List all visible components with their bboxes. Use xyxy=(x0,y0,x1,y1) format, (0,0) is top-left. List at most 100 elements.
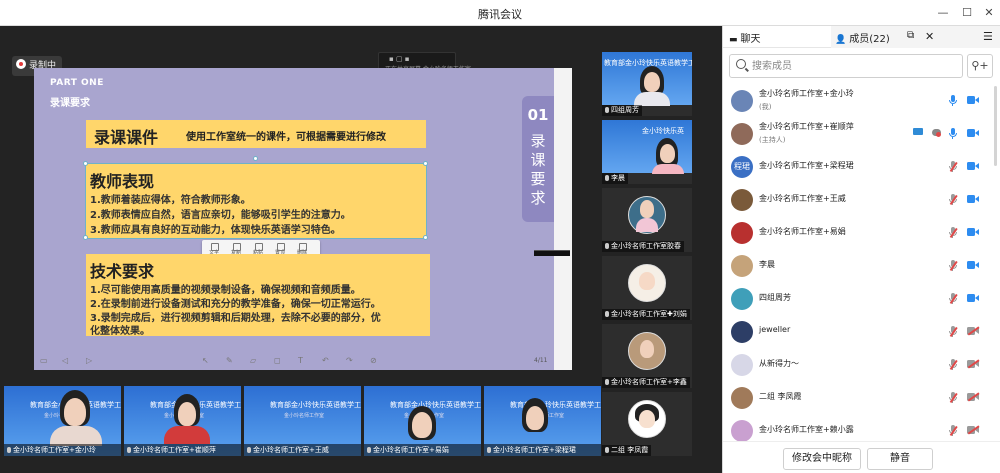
member-name: 金小玲名师工作室+易娟 xyxy=(759,227,846,236)
video-tile[interactable]: 金小玲名师工作室胶春 xyxy=(602,188,692,252)
video-tile[interactable]: 教育部金小玲快乐英语教学工作室 金小玲名师工作室 金小玲名师工作室+金小玲 xyxy=(4,386,121,456)
mic-muted-icon[interactable] xyxy=(949,260,958,271)
member-row[interactable]: 金小玲名师工作室+王威 xyxy=(723,183,1000,217)
clear-icon[interactable]: ⊘ xyxy=(370,356,377,365)
camera-icon[interactable] xyxy=(967,195,979,203)
video-tile[interactable]: 教育部金小玲快乐英语教学工作室 四组周芳 xyxy=(602,52,692,116)
member-row[interactable]: 金小玲名师工作室+易娟 xyxy=(723,216,1000,250)
presentation-slide[interactable]: PART ONE 录课要求 01 录 课 要 求 录课课件 使用工作室统一的课件… xyxy=(34,68,572,370)
member-row[interactable]: 四组周芳 xyxy=(723,282,1000,316)
background-text: 金小玲快乐英 xyxy=(642,127,684,135)
video-tile[interactable]: 教育部金小玲快乐英语教学工作室 金小玲名师工作室 金小玲名师工作室+王威 xyxy=(244,386,361,456)
mic-muted-icon[interactable] xyxy=(949,326,958,337)
slide-tool-icon[interactable]: ◁ xyxy=(62,356,68,365)
mic-muted-icon[interactable] xyxy=(949,194,958,205)
member-row[interactable]: jeweller xyxy=(723,315,1000,349)
pointer-icon[interactable]: ↖ xyxy=(202,356,209,365)
member-avatar xyxy=(731,222,753,244)
video-tile[interactable]: 金小玲名师工作室+李鑫 xyxy=(602,324,692,388)
slide-section-tab: 01 录 课 要 求 xyxy=(522,96,554,222)
video-name-label: 金小玲名师工作室+李鑫 xyxy=(602,377,690,388)
close-panel-icon[interactable]: ✕ xyxy=(925,30,934,43)
selection-handle[interactable] xyxy=(83,235,88,240)
member-avatar xyxy=(731,90,753,112)
screen-share-icon xyxy=(913,128,923,137)
tab-chat[interactable]: ▬ 聊天 xyxy=(729,30,761,45)
video-name-label: 金小玲名师工作室+金小玲 xyxy=(4,444,121,456)
maximize-icon[interactable]: ☐ xyxy=(958,4,976,22)
participant-face xyxy=(639,410,655,428)
member-row[interactable]: 二组 李凤霞 xyxy=(723,381,1000,415)
camera-off-icon[interactable] xyxy=(967,392,980,402)
undo-icon[interactable]: ↶ xyxy=(322,356,329,365)
camera-icon[interactable] xyxy=(967,228,979,236)
mic-muted-icon[interactable] xyxy=(949,392,958,403)
invite-member-button[interactable]: ⚲+ xyxy=(967,54,993,78)
video-tile[interactable]: 金小玲快乐英 李晨 xyxy=(602,120,692,184)
pop-out-icon[interactable]: ⧉ xyxy=(907,30,914,41)
teacher-line: 2.教师表情应自然，语言应亲切，能够吸引学生的注意力。 xyxy=(90,210,351,221)
mic-muted-icon[interactable] xyxy=(949,359,958,370)
selection-handle[interactable] xyxy=(423,161,428,166)
camera-off-icon[interactable] xyxy=(967,359,980,369)
background-text: 教育部金小玲快乐英语教学工作室 xyxy=(390,401,481,409)
menu-icon[interactable]: ☰ xyxy=(983,30,993,43)
video-tile[interactable]: 教育部金小玲快乐英语教学工作室 金小玲名师工作室 金小玲名师工作室+易娟 xyxy=(364,386,481,456)
camera-icon[interactable] xyxy=(967,261,979,269)
video-tile[interactable]: 金小玲名师工作室✚刘娟 xyxy=(602,256,692,320)
video-tile[interactable]: 教育部金小玲快乐英语教学工作室 金小玲名师工作室 金小玲名师工作室+梁程珺 xyxy=(484,386,601,456)
video-tile-active-speaker[interactable]: 教育部金小玲快乐英语教学工作室 金小玲名师工作室 金小玲名师工作室+崔顺萍 xyxy=(124,386,241,456)
member-search[interactable] xyxy=(729,54,963,78)
shape-icon[interactable]: ◻ xyxy=(274,356,281,365)
video-name-label: 二组 李凤霞 xyxy=(602,445,652,456)
participant-face xyxy=(412,412,432,438)
selection-handle[interactable] xyxy=(83,161,88,166)
eraser-icon[interactable]: ▱ xyxy=(250,356,256,365)
mute-all-button[interactable]: 静音 xyxy=(867,448,933,470)
pen-icon[interactable]: ✎ xyxy=(226,356,233,365)
member-name: 李晨 xyxy=(759,260,775,269)
member-name: jeweller xyxy=(759,325,791,334)
video-name-label: 四组周芳 xyxy=(602,105,642,116)
mic-muted-icon[interactable] xyxy=(949,227,958,238)
member-name: 金小玲名师工作室+王威 xyxy=(759,194,846,203)
slide-thumbnail-bar[interactable] xyxy=(534,250,570,256)
member-row[interactable]: 金小玲名师工作室+崔顺萍 (主持人) xyxy=(723,117,1000,151)
search-input[interactable] xyxy=(752,58,952,74)
teacher-performance-heading: 教师表现 xyxy=(90,172,155,191)
member-avatar xyxy=(731,354,753,376)
slide-tool-icon[interactable]: ▭ xyxy=(40,356,48,365)
member-row[interactable]: 金小玲名师工作室+金小玲 (我) xyxy=(723,84,1000,118)
member-row[interactable]: 从新得力～ xyxy=(723,348,1000,382)
video-name-label: 金小玲名师工作室胶春 xyxy=(602,241,684,252)
camera-off-icon[interactable] xyxy=(967,326,980,336)
camera-icon[interactable] xyxy=(967,294,979,302)
video-tile[interactable]: 二组 李凤霞 xyxy=(602,392,692,456)
scrollbar[interactable] xyxy=(994,86,997,166)
mic-icon xyxy=(605,311,609,317)
mic-muted-icon[interactable] xyxy=(949,425,958,436)
slide-tool-icon[interactable]: ▷ xyxy=(86,356,92,365)
camera-icon[interactable] xyxy=(967,162,979,170)
mic-muted-icon[interactable] xyxy=(949,161,958,172)
slide-part: PART ONE xyxy=(50,78,104,88)
participant-face xyxy=(640,200,654,218)
redo-icon[interactable]: ↷ xyxy=(346,356,353,365)
mic-icon[interactable] xyxy=(949,128,957,139)
member-row[interactable]: 李晨 xyxy=(723,249,1000,283)
minimize-icon[interactable]: — xyxy=(934,4,952,22)
text-tool-icon[interactable]: T xyxy=(298,356,303,365)
camera-icon[interactable] xyxy=(967,96,979,104)
mic-icon[interactable] xyxy=(949,95,957,106)
selection-handle[interactable] xyxy=(253,156,258,161)
camera-icon[interactable] xyxy=(967,129,979,137)
mic-muted-icon[interactable] xyxy=(949,293,958,304)
rename-button[interactable]: 修改会中昵称 xyxy=(783,448,861,470)
member-row[interactable]: 程珺 金小玲名师工作室+梁程珺 xyxy=(723,150,1000,184)
camera-off-icon[interactable] xyxy=(967,425,980,435)
close-icon[interactable]: ✕ xyxy=(980,4,998,22)
tab-members[interactable]: 👤 成员(22) xyxy=(835,30,890,45)
courseware-box: 录课课件 使用工作室统一的课件，可根据需要进行修改 xyxy=(86,120,426,148)
teacher-performance-box[interactable]: 教师表现 1.教师着装应得体，符合教师形象。 2.教师表情应自然，语言应亲切，能… xyxy=(85,163,427,239)
selection-handle[interactable] xyxy=(423,235,428,240)
